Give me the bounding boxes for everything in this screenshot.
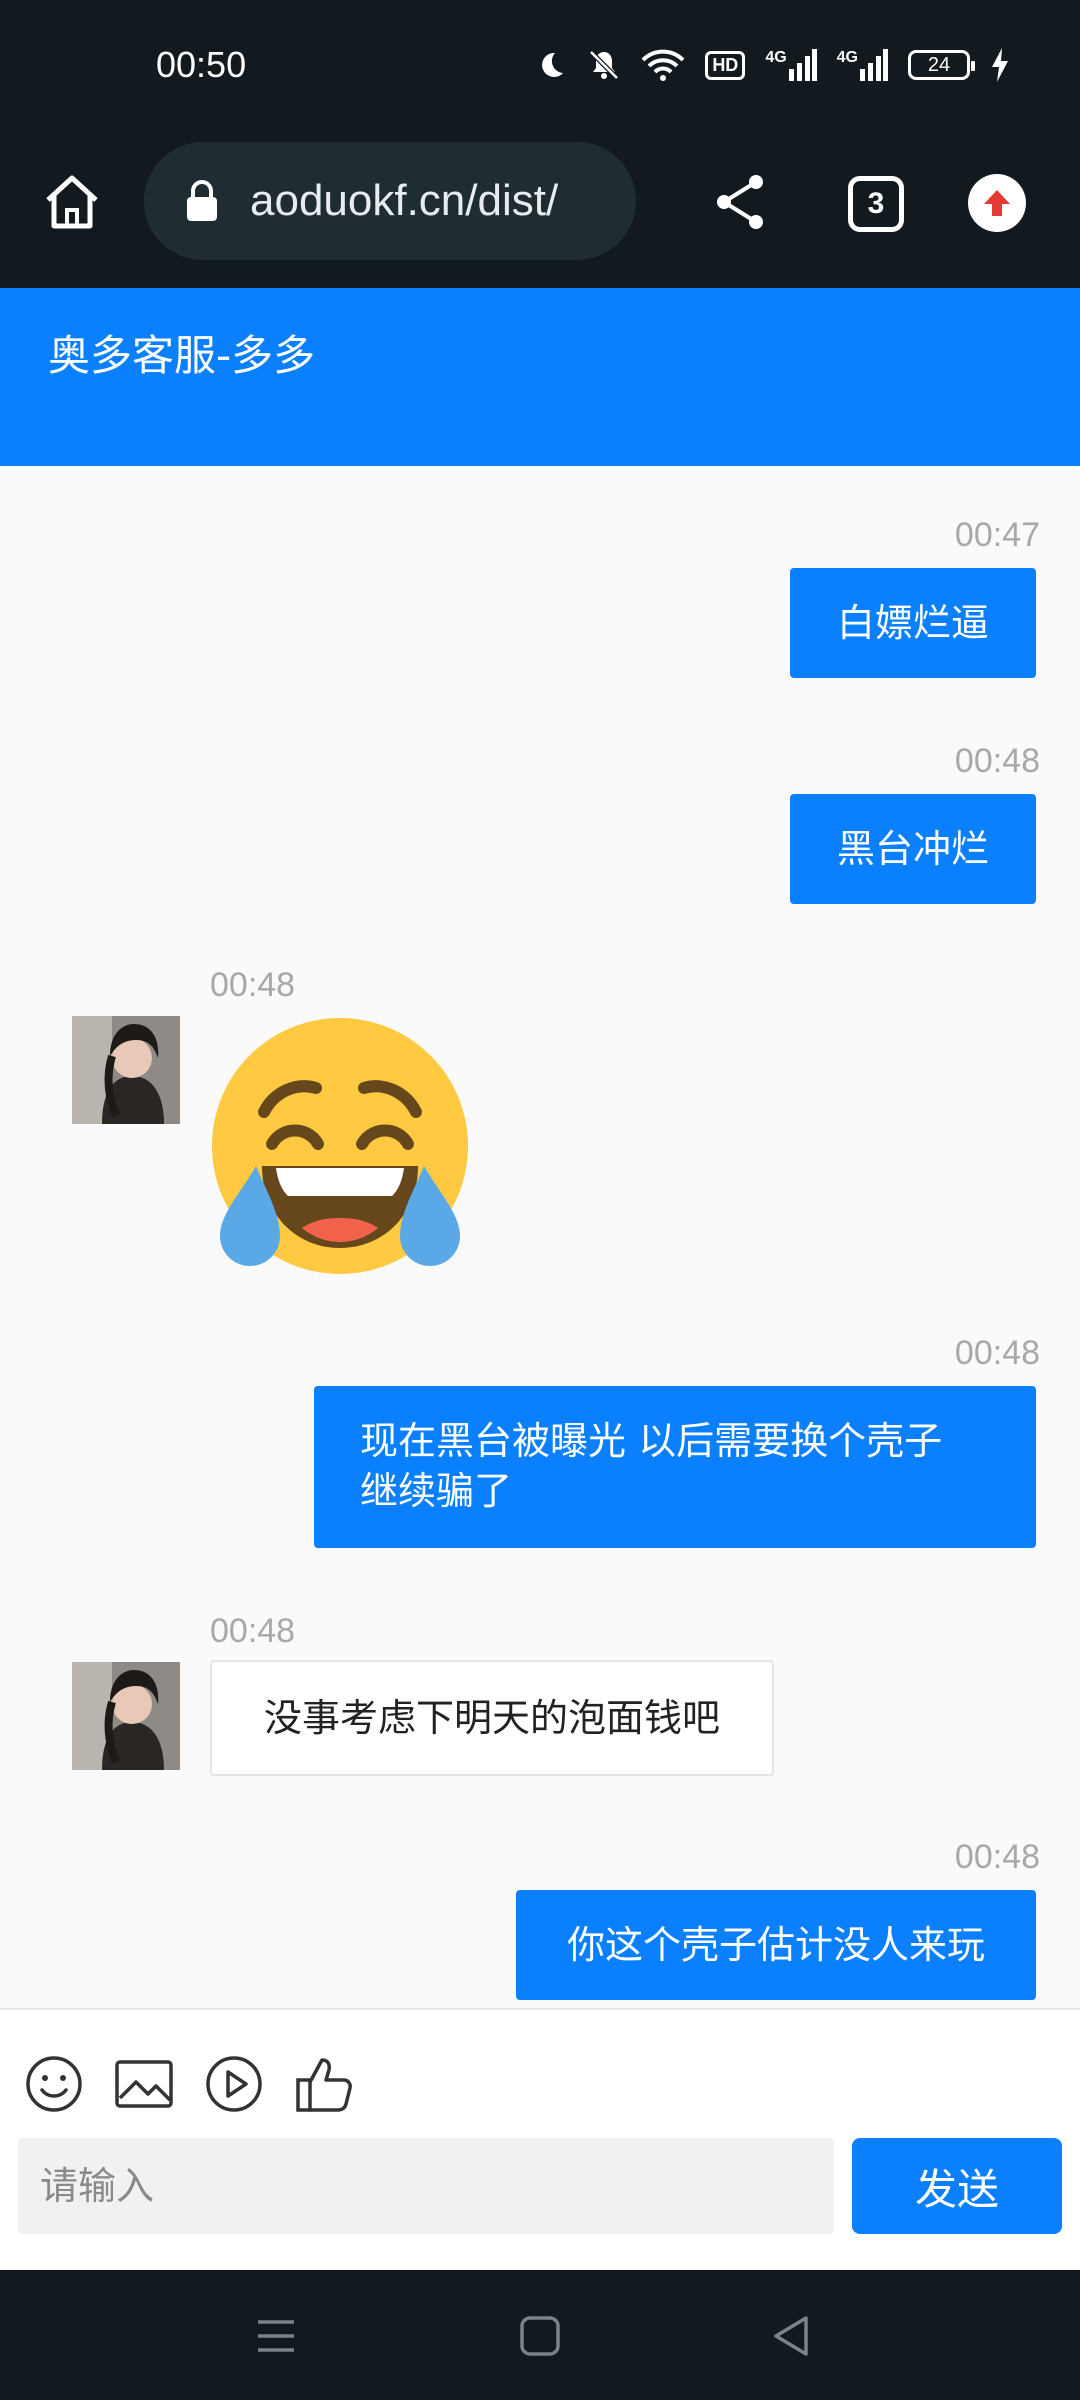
battery-icon: 24 <box>908 50 975 80</box>
outgoing-message-bubble[interactable]: 白嫖烂逼 <box>790 568 1036 678</box>
message-line: 现在黑台被曝光 以后需要换个壳子 <box>360 1419 943 1463</box>
message-line: 继续骗了 <box>360 1469 513 1513</box>
status-bar: 00:50 HD 4G 4G 24 <box>0 0 1080 140</box>
address-bar[interactable]: aoduokf.cn/dist/ <box>144 142 636 260</box>
message-timestamp: 00:48 <box>210 1612 296 1650</box>
home-square-icon[interactable] <box>514 2310 566 2362</box>
share-icon[interactable] <box>712 172 768 232</box>
charging-icon <box>992 48 1008 82</box>
page-title: 奥多客服-多多 <box>48 331 316 380</box>
video-icon[interactable] <box>204 2054 264 2114</box>
menu-icon[interactable] <box>250 2310 302 2362</box>
wifi-icon <box>641 49 685 81</box>
upgrade-icon[interactable] <box>968 174 1026 232</box>
avatar <box>72 1016 180 1124</box>
outgoing-message-bubble[interactable]: 你这个壳子估计没人来玩 <box>516 1890 1036 2000</box>
incoming-message-bubble[interactable]: 没事考虑下明天的泡面钱吧 <box>210 1660 774 1776</box>
message-timestamp: 00:48 <box>210 966 296 1004</box>
status-time: 00:50 <box>156 44 247 85</box>
back-icon[interactable] <box>766 2310 818 2362</box>
thumbs-up-icon[interactable] <box>294 2054 354 2114</box>
message-timestamp: 00:48 <box>954 1838 1040 1876</box>
moon-icon <box>542 52 564 77</box>
send-button[interactable]: 发送 <box>852 2138 1062 2234</box>
message-timestamp: 00:47 <box>954 516 1040 554</box>
chat-header: 奥多客服-多多 <box>0 288 1080 466</box>
status-icons: HD 4G 4G 24 <box>535 48 1010 82</box>
message-timestamp: 00:48 <box>954 1334 1040 1372</box>
network-type-label: 4G <box>765 49 787 66</box>
message-input[interactable] <box>18 2138 834 2234</box>
signal-icon: 4G <box>765 49 817 81</box>
hd-icon: HD <box>705 50 746 80</box>
emoji-icon[interactable] <box>24 2054 84 2114</box>
chat-messages[interactable]: 00:47 白嫖烂逼 00:48 黑台冲烂 00:48 00:48 现在黑台被曝… <box>0 466 1080 2010</box>
url-text: aoduokf.cn/dist/ <box>250 176 559 225</box>
system-nav-bar <box>0 2270 1080 2400</box>
tabs-icon[interactable]: 3 <box>848 176 904 232</box>
outgoing-message-bubble[interactable]: 现在黑台被曝光 以后需要换个壳子 继续骗了 <box>314 1386 1036 1548</box>
emoji-tears-of-joy-icon[interactable] <box>210 1016 470 1276</box>
signal-icon: 4G <box>837 49 888 81</box>
avatar <box>72 1662 180 1770</box>
home-icon[interactable] <box>40 170 104 234</box>
message-timestamp: 00:48 <box>954 742 1040 780</box>
lock-icon <box>187 180 217 221</box>
outgoing-message-bubble[interactable]: 黑台冲烂 <box>790 794 1036 904</box>
browser-toolbar: aoduokf.cn/dist/ 3 <box>0 140 1080 428</box>
composer: 发送 <box>0 2008 1080 2270</box>
network-type-label: 4G <box>836 49 858 66</box>
image-icon[interactable] <box>114 2054 174 2114</box>
bell-off-icon <box>589 50 620 80</box>
